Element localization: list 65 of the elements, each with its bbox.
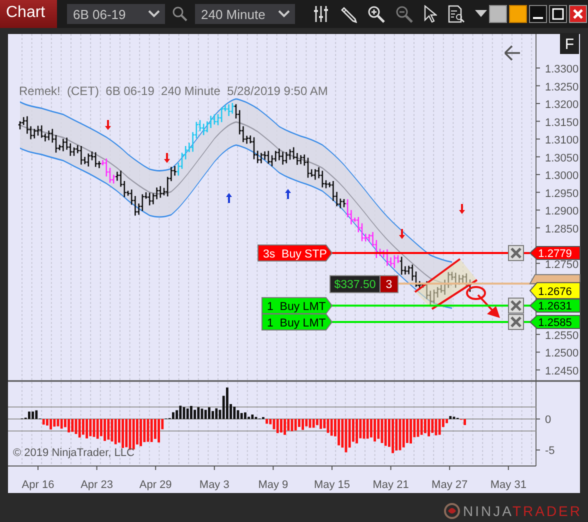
brand-logo: NINJATRADER xyxy=(463,503,582,519)
swirl-logo-icon xyxy=(444,503,460,519)
sliders-icon[interactable] xyxy=(313,5,329,23)
price-axis-label: 1.3000 xyxy=(545,170,579,182)
price-axis-label: 1.3300 xyxy=(545,64,579,76)
down-arrow-icon xyxy=(164,153,170,163)
quantity-label: 3 xyxy=(380,275,398,294)
cursor-icon[interactable] xyxy=(423,5,437,23)
price-axis-label: 1.3250 xyxy=(545,81,579,94)
maximize-icon[interactable] xyxy=(549,5,567,23)
cancel-order-button[interactable] xyxy=(508,245,524,262)
price-tag: 1.2585 xyxy=(529,314,580,329)
date-axis-label: May 3 xyxy=(199,479,230,491)
instrument-dropdown[interactable]: 6B 06-19 xyxy=(67,4,165,24)
copyright-text: © 2019 NinjaTrader, LLC xyxy=(13,447,134,459)
date-axis-label: May 21 xyxy=(372,479,409,491)
order-label[interactable]: 1 Buy LMT xyxy=(262,313,333,330)
interval-dropdown[interactable]: 240 Minute xyxy=(195,4,295,24)
down-arrow-icon xyxy=(105,120,111,130)
date-axis-label: May 15 xyxy=(314,479,350,491)
caret-down-icon[interactable] xyxy=(475,10,487,18)
price-axis-label: 1.2500 xyxy=(545,348,579,360)
price-tag: 1.2676 xyxy=(529,282,580,300)
price-axis-label: 1.3100 xyxy=(545,134,579,147)
price-tag: 1.2779 xyxy=(529,246,580,260)
date-axis-label: May 31 xyxy=(490,479,526,491)
search-icon[interactable] xyxy=(172,6,188,22)
zoom-out-icon[interactable] xyxy=(395,5,413,23)
price-axis-label: 1.2850 xyxy=(545,223,579,236)
back-arrow-icon[interactable] xyxy=(504,45,521,61)
date-axis-label: Apr 16 xyxy=(22,479,54,491)
close-icon[interactable] xyxy=(569,5,587,23)
indicator-axis-label: 0 xyxy=(545,414,552,426)
price-axis-label: 1.2550 xyxy=(545,330,579,342)
order-label[interactable]: 1 Buy LMT xyxy=(262,297,333,314)
date-axis-label: May 9 xyxy=(258,479,288,491)
price-axis-label: 1.2950 xyxy=(545,188,579,200)
down-arrow-icon xyxy=(399,229,405,239)
pnl-label: $337.50 xyxy=(330,275,380,294)
price-axis-label: 1.3150 xyxy=(545,116,579,129)
f-button[interactable]: F xyxy=(560,33,579,54)
pencil-icon[interactable] xyxy=(339,5,357,23)
price-axis-label: 1.3200 xyxy=(545,99,579,112)
cancel-order-button[interactable] xyxy=(508,314,524,330)
date-axis-label: Apr 23 xyxy=(80,479,113,491)
chevron-down-icon xyxy=(148,10,160,18)
date-axis-label: Apr 29 xyxy=(139,479,172,491)
zoom-in-icon[interactable] xyxy=(367,5,385,23)
window-title: Chart xyxy=(0,0,57,28)
down-arrow-icon xyxy=(459,204,465,214)
price-axis-label: 1.3050 xyxy=(545,152,579,164)
price-axis-label: 1.2450 xyxy=(545,365,579,378)
order-label[interactable]: 3s Buy STP xyxy=(258,244,333,262)
up-arrow-icon xyxy=(226,193,232,203)
chart-title: Remek! (CET) 6B 06-19 240 Minute 5/28/2019 9:50 AM xyxy=(19,84,328,98)
price-axis-label: 1.2750 xyxy=(545,258,579,271)
chevron-down-icon xyxy=(278,10,290,18)
cancel-order-button[interactable] xyxy=(508,298,524,314)
price-axis-label: 1.2900 xyxy=(545,206,579,218)
price-tag: 1.2631 xyxy=(529,298,580,313)
minimize-icon[interactable] xyxy=(529,5,547,23)
up-arrow-icon xyxy=(285,189,291,199)
document-search-icon[interactable] xyxy=(447,5,465,23)
date-axis-label: May 27 xyxy=(432,479,468,491)
indicator-axis-label: -5 xyxy=(545,445,555,457)
